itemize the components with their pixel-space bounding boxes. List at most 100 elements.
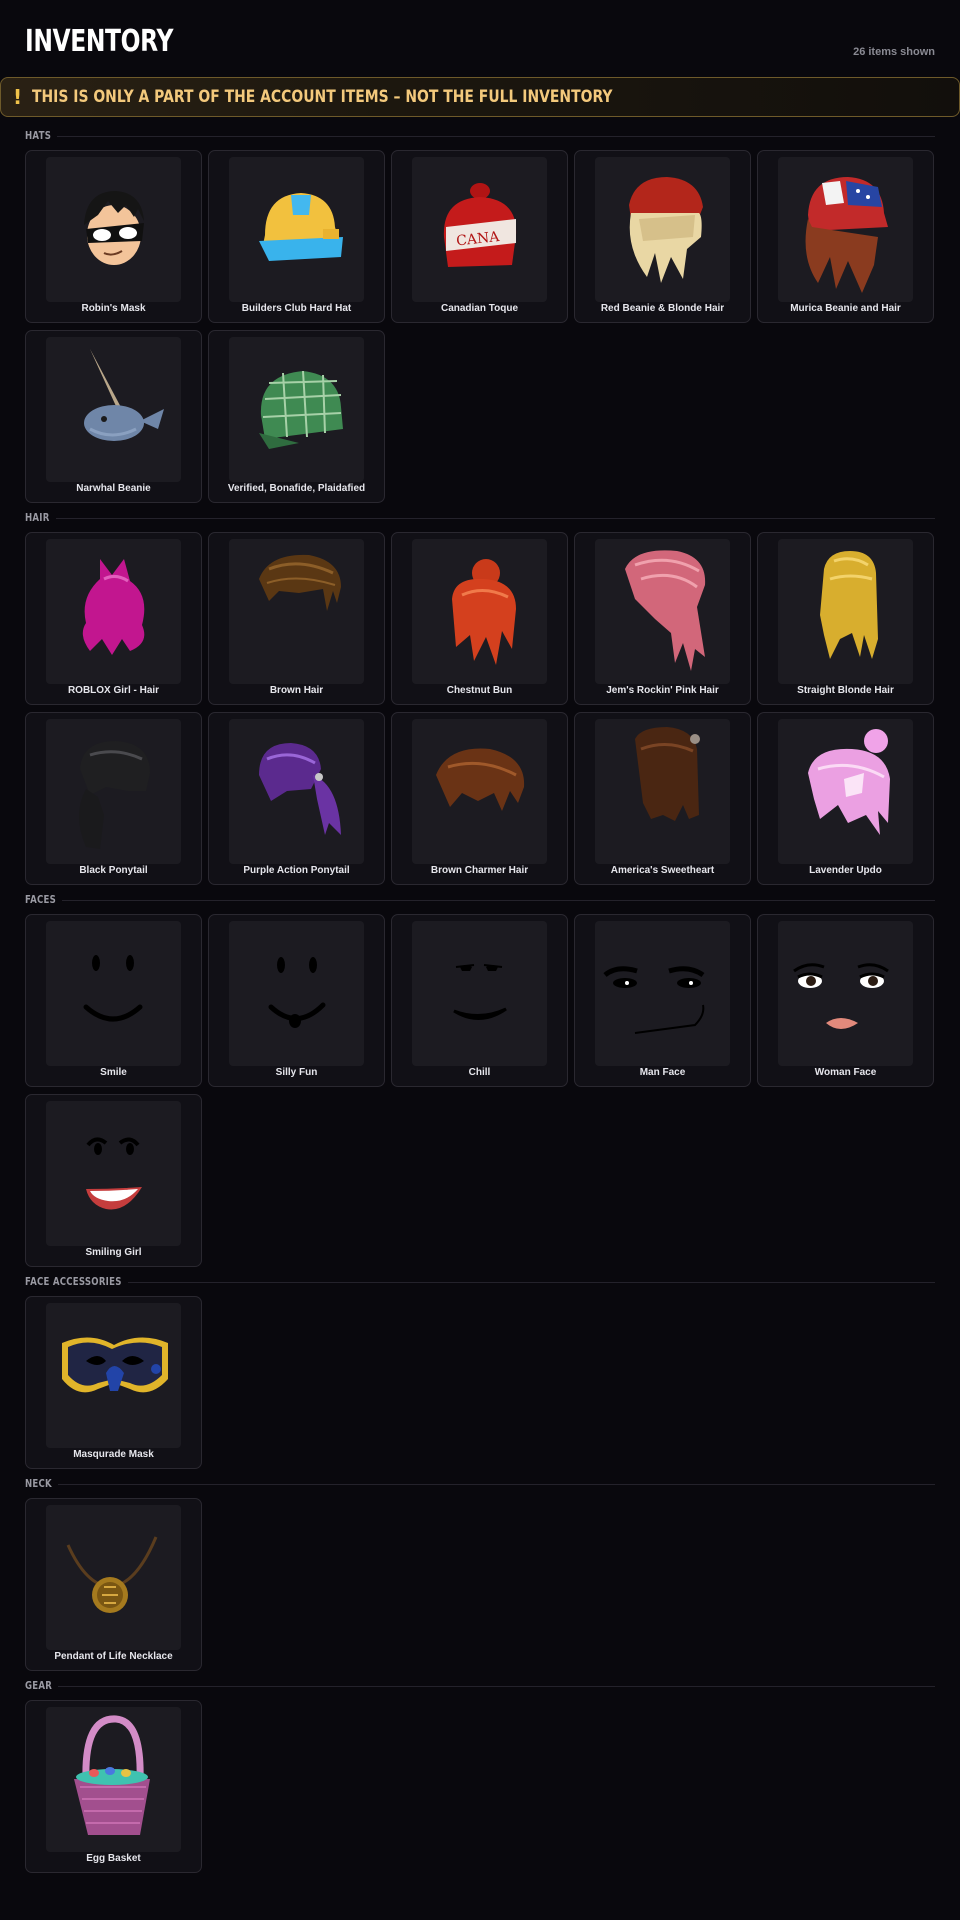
section-divider	[55, 518, 935, 519]
item-name: Smiling Girl	[85, 1247, 142, 1258]
item-name: ROBLOX Girl - Hair	[67, 685, 160, 696]
hard-hat-icon	[229, 157, 364, 302]
item-card[interactable]: Murica Beanie and Hair	[757, 150, 934, 323]
item-name: Red Beanie & Blonde Hair	[600, 303, 725, 314]
masquerade-mask-icon	[46, 1303, 181, 1448]
item-card[interactable]: Purple Action Ponytail	[208, 712, 385, 885]
blonde-hair-icon	[778, 539, 913, 684]
item-count: 26 items shown	[853, 46, 935, 58]
toque-icon: CANA	[412, 157, 547, 302]
item-name: Egg Basket	[86, 1853, 141, 1864]
item-name: America's Sweetheart	[610, 865, 715, 876]
section-divider	[58, 1686, 935, 1687]
item-card[interactable]: Black Ponytail	[25, 712, 202, 885]
item-grid: Smile Silly Fun Chill Man Face Woman Face Smi…	[25, 914, 935, 1274]
item-card[interactable]: Chill	[391, 914, 568, 1087]
item-card[interactable]: Verified, Bonafide, Plaidafied	[208, 330, 385, 503]
item-name: Chill	[468, 1067, 491, 1078]
item-name: Chestnut Bun	[446, 685, 513, 696]
pink-long-hair-icon	[595, 539, 730, 684]
brown-hair-icon	[229, 539, 364, 684]
pendant-icon	[46, 1505, 181, 1650]
item-card[interactable]: Robin's Mask	[25, 150, 202, 323]
item-card[interactable]: ROBLOX Girl - Hair	[25, 532, 202, 705]
pink-hair-icon	[46, 539, 181, 684]
section-label: GEAR	[25, 1679, 53, 1692]
item-name: Murica Beanie and Hair	[790, 303, 901, 314]
section-label: FACE ACCESSORIES	[25, 1275, 122, 1288]
item-card[interactable]: Masqurade Mask	[25, 1296, 202, 1469]
item-grid: ROBLOX Girl - Hair Brown Hair Chestnut Bun…	[25, 532, 935, 892]
item-card[interactable]: America's Sweetheart	[574, 712, 751, 885]
robin-mask-icon	[46, 157, 181, 302]
item-name: Smile	[100, 1067, 127, 1078]
item-card[interactable]: Pendant of Life Necklace	[25, 1498, 202, 1671]
item-name: Silly Fun	[275, 1067, 318, 1078]
item-name: Builders Club Hard Hat	[241, 303, 352, 314]
section-header: FACES	[25, 893, 935, 907]
chestnut-bun-icon	[412, 539, 547, 684]
charmer-hair-icon	[412, 719, 547, 864]
item-card[interactable]: Chestnut Bun	[391, 532, 568, 705]
page-header: INVENTORY 26 items shown	[25, 0, 935, 72]
section-header: NECK	[25, 1477, 935, 1491]
narwhal-icon	[46, 337, 181, 482]
woman-face-icon	[778, 921, 913, 1066]
section-neck: NECK Pendant of Life Necklace	[25, 1477, 935, 1678]
section-header: HAIR	[25, 511, 935, 525]
section-face-accessories: FACE ACCESSORIES Masqurade Mask	[25, 1275, 935, 1476]
item-card[interactable]: Smiling Girl	[25, 1094, 202, 1267]
section-divider	[57, 136, 935, 137]
item-card[interactable]: Straight Blonde Hair	[757, 532, 934, 705]
black-ponytail-icon	[46, 719, 181, 864]
item-name: Straight Blonde Hair	[797, 685, 894, 696]
item-card[interactable]: Silly Fun	[208, 914, 385, 1087]
item-name: Black Ponytail	[79, 865, 148, 876]
section-divider	[57, 1484, 935, 1485]
item-grid: Masqurade Mask	[25, 1296, 935, 1476]
item-card[interactable]: Red Beanie & Blonde Hair	[574, 150, 751, 323]
item-grid: Pendant of Life Necklace	[25, 1498, 935, 1678]
section-header: GEAR	[25, 1679, 935, 1693]
item-card[interactable]: Brown Charmer Hair	[391, 712, 568, 885]
partial-inventory-notice: ! THIS IS ONLY A PART OF THE ACCOUNT ITE…	[0, 77, 960, 117]
section-label: FACES	[25, 893, 57, 906]
item-card[interactable]: Brown Hair	[208, 532, 385, 705]
item-card[interactable]: Jem's Rockin' Pink Hair	[574, 532, 751, 705]
item-card[interactable]: Man Face	[574, 914, 751, 1087]
item-name: Canadian Toque	[440, 303, 519, 314]
plaid-cap-icon	[229, 337, 364, 482]
purple-ponytail-icon	[229, 719, 364, 864]
sweetheart-hair-icon	[595, 719, 730, 864]
section-divider	[127, 1282, 935, 1283]
egg-basket-icon	[46, 1707, 181, 1852]
red-beanie-icon	[595, 157, 730, 302]
section-hair: HAIR ROBLOX Girl - Hair Brown Hair Chestnut…	[25, 511, 935, 892]
item-name: Narwhal Beanie	[76, 483, 151, 494]
item-card[interactable]: CANA Canadian Toque	[391, 150, 568, 323]
item-name: Jem's Rockin' Pink Hair	[606, 685, 719, 696]
warning-icon: !	[13, 85, 23, 109]
item-name: Verified, Bonafide, Plaidafied	[227, 483, 366, 494]
silly-face-icon	[229, 921, 364, 1066]
item-name: Brown Hair	[269, 685, 324, 696]
section-gear: GEAR Egg Basket	[25, 1679, 935, 1880]
item-name: Lavender Updo	[809, 865, 882, 876]
item-name: Purple Action Ponytail	[243, 865, 350, 876]
item-card[interactable]: Woman Face	[757, 914, 934, 1087]
item-name: Brown Charmer Hair	[430, 865, 529, 876]
item-name: Woman Face	[814, 1067, 877, 1078]
notice-text: THIS IS ONLY A PART OF THE ACCOUNT ITEMS…	[32, 87, 613, 107]
item-card[interactable]: Builders Club Hard Hat	[208, 150, 385, 323]
lavender-updo-icon	[778, 719, 913, 864]
item-name: Masqurade Mask	[73, 1449, 154, 1460]
section-header: FACE ACCESSORIES	[25, 1275, 935, 1289]
item-name: Robin's Mask	[81, 303, 146, 314]
item-name: Man Face	[639, 1067, 686, 1078]
item-card[interactable]: Lavender Updo	[757, 712, 934, 885]
item-grid: Robin's Mask Builders Club Hard Hat CANA Ca…	[25, 150, 935, 510]
item-grid: Egg Basket	[25, 1700, 935, 1880]
item-card[interactable]: Smile	[25, 914, 202, 1087]
item-card[interactable]: Egg Basket	[25, 1700, 202, 1873]
item-card[interactable]: Narwhal Beanie	[25, 330, 202, 503]
